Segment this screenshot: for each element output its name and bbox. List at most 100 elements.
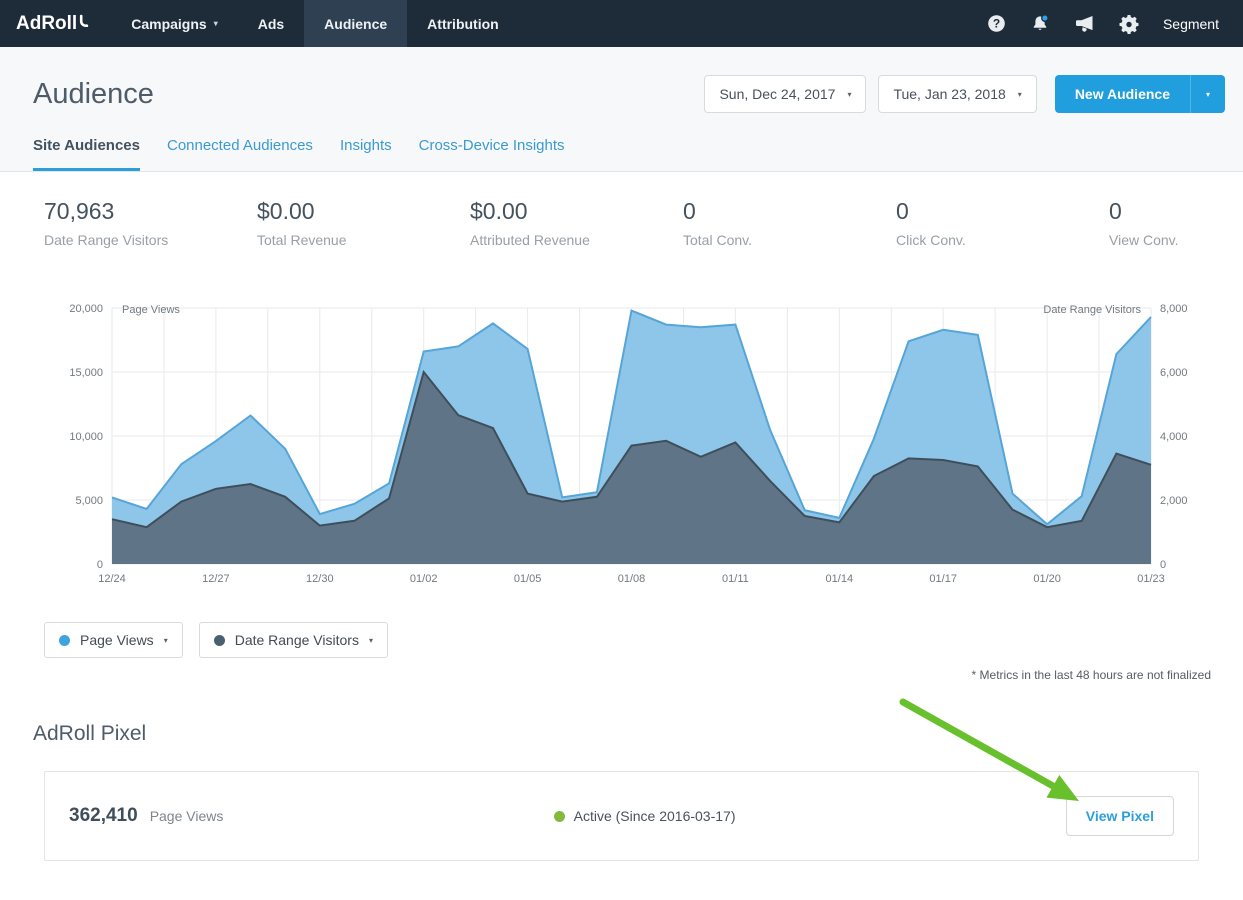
stat-value: 70,963 (44, 198, 257, 225)
tab-cross-device-insights[interactable]: Cross-Device Insights (419, 137, 565, 171)
svg-text:01/17: 01/17 (929, 573, 957, 585)
stat-label: Click Conv. (896, 232, 1109, 248)
pixel-page-views-label: Page Views (150, 808, 224, 824)
tab-connected-audiences[interactable]: Connected Audiences (167, 137, 313, 171)
stat-attributed-revenue: $0.00 Attributed Revenue (470, 198, 683, 248)
adroll-logo-text: AdRoll (16, 13, 77, 35)
legend-row: Page Views ▾ Date Range Visitors ▾ (0, 590, 1243, 658)
svg-text:12/24: 12/24 (98, 573, 126, 585)
pixel-page-views: 362,410 Page Views (69, 805, 223, 827)
tabs: Site Audiences Connected Audiences Insig… (0, 121, 1243, 171)
header-actions: Sun, Dec 24, 2017 ▾ Tue, Jan 23, 2018 ▾ … (704, 75, 1225, 113)
svg-text:01/02: 01/02 (410, 573, 438, 585)
adroll-pixel-section: AdRoll Pixel 362,410 Page Views Active (… (0, 682, 1243, 861)
svg-text:01/14: 01/14 (826, 573, 854, 585)
date-range-visitors-dot-icon (214, 635, 225, 646)
stats-row: 70,963 Date Range Visitors $0.00 Total R… (0, 172, 1243, 254)
adroll-pixel-title: AdRoll Pixel (33, 722, 1199, 746)
svg-text:Page Views: Page Views (122, 304, 180, 316)
segment-menu[interactable]: Segment (1163, 16, 1219, 32)
stat-label: View Conv. (1109, 232, 1199, 248)
stat-label: Total Revenue (257, 232, 470, 248)
svg-text:12/30: 12/30 (306, 573, 334, 585)
page-views-dot-icon (59, 635, 70, 646)
svg-text:5,000: 5,000 (75, 495, 103, 507)
legend-page-views-dropdown[interactable]: Page Views ▾ (44, 622, 183, 658)
svg-text:15,000: 15,000 (69, 367, 103, 379)
pixel-status: Active (Since 2016-03-17) (554, 808, 736, 824)
svg-text:10,000: 10,000 (69, 431, 103, 443)
svg-text:0: 0 (1160, 559, 1166, 571)
svg-text:4,000: 4,000 (1160, 431, 1188, 443)
stat-view-conv: 0 View Conv. (1109, 198, 1199, 248)
notifications-bell-icon[interactable] (1030, 14, 1050, 34)
svg-text:8,000: 8,000 (1160, 303, 1188, 315)
status-dot-icon (554, 811, 565, 822)
nav-campaigns[interactable]: Campaigns ▾ (111, 0, 237, 47)
stat-label: Total Conv. (683, 232, 896, 248)
view-pixel-button[interactable]: View Pixel (1066, 796, 1174, 836)
svg-text:01/08: 01/08 (618, 573, 646, 585)
adroll-pixel-card: 362,410 Page Views Active (Since 2016-03… (44, 771, 1199, 861)
svg-text:Date Range Visitors: Date Range Visitors (1043, 304, 1141, 316)
start-date-dropdown[interactable]: Sun, Dec 24, 2017 ▾ (704, 75, 866, 113)
chart-section: 0 5,000 10,000 15,000 20,000 0 2,000 4,000 6,000… (44, 292, 1199, 590)
adroll-logo-swoosh-icon (79, 13, 89, 35)
nav-attribution[interactable]: Attribution (407, 0, 519, 47)
nav-right: ? Segment (987, 0, 1243, 47)
header-top: Audience Sun, Dec 24, 2017 ▾ Tue, Jan 23… (0, 47, 1243, 121)
svg-text:?: ? (993, 17, 1000, 31)
page-title: Audience (33, 78, 154, 111)
announcements-megaphone-icon[interactable] (1074, 14, 1095, 33)
nav-ads[interactable]: Ads (238, 0, 304, 47)
new-audience-button[interactable]: New Audience (1055, 75, 1190, 113)
nav-items: Campaigns ▾ Ads Audience Attribution (111, 0, 518, 47)
svg-text:20,000: 20,000 (69, 303, 103, 315)
svg-text:6,000: 6,000 (1160, 367, 1188, 379)
stat-value: 0 (683, 198, 896, 225)
settings-gear-icon[interactable] (1119, 14, 1139, 34)
page-header: Audience Sun, Dec 24, 2017 ▾ Tue, Jan 23… (0, 47, 1243, 172)
stat-total-revenue: $0.00 Total Revenue (257, 198, 470, 248)
chevron-down-icon: ▾ (164, 636, 168, 645)
stat-date-range-visitors: 70,963 Date Range Visitors (44, 198, 257, 248)
end-date-value: Tue, Jan 23, 2018 (893, 86, 1005, 102)
end-date-dropdown[interactable]: Tue, Jan 23, 2018 ▾ (878, 75, 1036, 113)
stat-label: Date Range Visitors (44, 232, 257, 248)
stat-value: $0.00 (257, 198, 470, 225)
chevron-down-icon: ▾ (1018, 90, 1022, 99)
tab-insights[interactable]: Insights (340, 137, 392, 171)
svg-text:01/20: 01/20 (1033, 573, 1061, 585)
adroll-logo[interactable]: AdRoll (0, 0, 111, 47)
pixel-page-views-value: 362,410 (69, 805, 138, 827)
stat-click-conv: 0 Click Conv. (896, 198, 1109, 248)
legend-label: Page Views (80, 632, 154, 648)
legend-label: Date Range Visitors (235, 632, 359, 648)
new-audience-split-button: New Audience ▾ (1055, 75, 1225, 113)
area-chart: 0 5,000 10,000 15,000 20,000 0 2,000 4,000 6,000… (44, 292, 1199, 590)
top-navbar: AdRoll Campaigns ▾ Ads Audience Attribut… (0, 0, 1243, 47)
metrics-footnote: * Metrics in the last 48 hours are not f… (0, 658, 1243, 682)
legend-date-range-visitors-dropdown[interactable]: Date Range Visitors ▾ (199, 622, 388, 658)
svg-text:01/11: 01/11 (722, 573, 749, 585)
chevron-down-icon: ▾ (847, 90, 851, 99)
stat-value: 0 (896, 198, 1109, 225)
svg-text:0: 0 (97, 559, 103, 571)
start-date-value: Sun, Dec 24, 2017 (719, 86, 835, 102)
pixel-status-text: Active (Since 2016-03-17) (574, 808, 736, 824)
chevron-down-icon: ▾ (369, 636, 373, 645)
help-icon[interactable]: ? (987, 14, 1006, 33)
new-audience-dropdown[interactable]: ▾ (1190, 75, 1225, 113)
svg-text:2,000: 2,000 (1160, 495, 1188, 507)
stat-value: $0.00 (470, 198, 683, 225)
nav-audience[interactable]: Audience (304, 0, 407, 47)
tab-site-audiences[interactable]: Site Audiences (33, 137, 140, 171)
stat-value: 0 (1109, 198, 1199, 225)
chevron-down-icon: ▾ (214, 19, 218, 28)
nav-campaigns-label: Campaigns (131, 16, 206, 32)
svg-text:12/27: 12/27 (202, 573, 230, 585)
svg-text:01/23: 01/23 (1137, 573, 1165, 585)
stat-total-conv: 0 Total Conv. (683, 198, 896, 248)
stat-label: Attributed Revenue (470, 232, 683, 248)
svg-text:01/05: 01/05 (514, 573, 542, 585)
